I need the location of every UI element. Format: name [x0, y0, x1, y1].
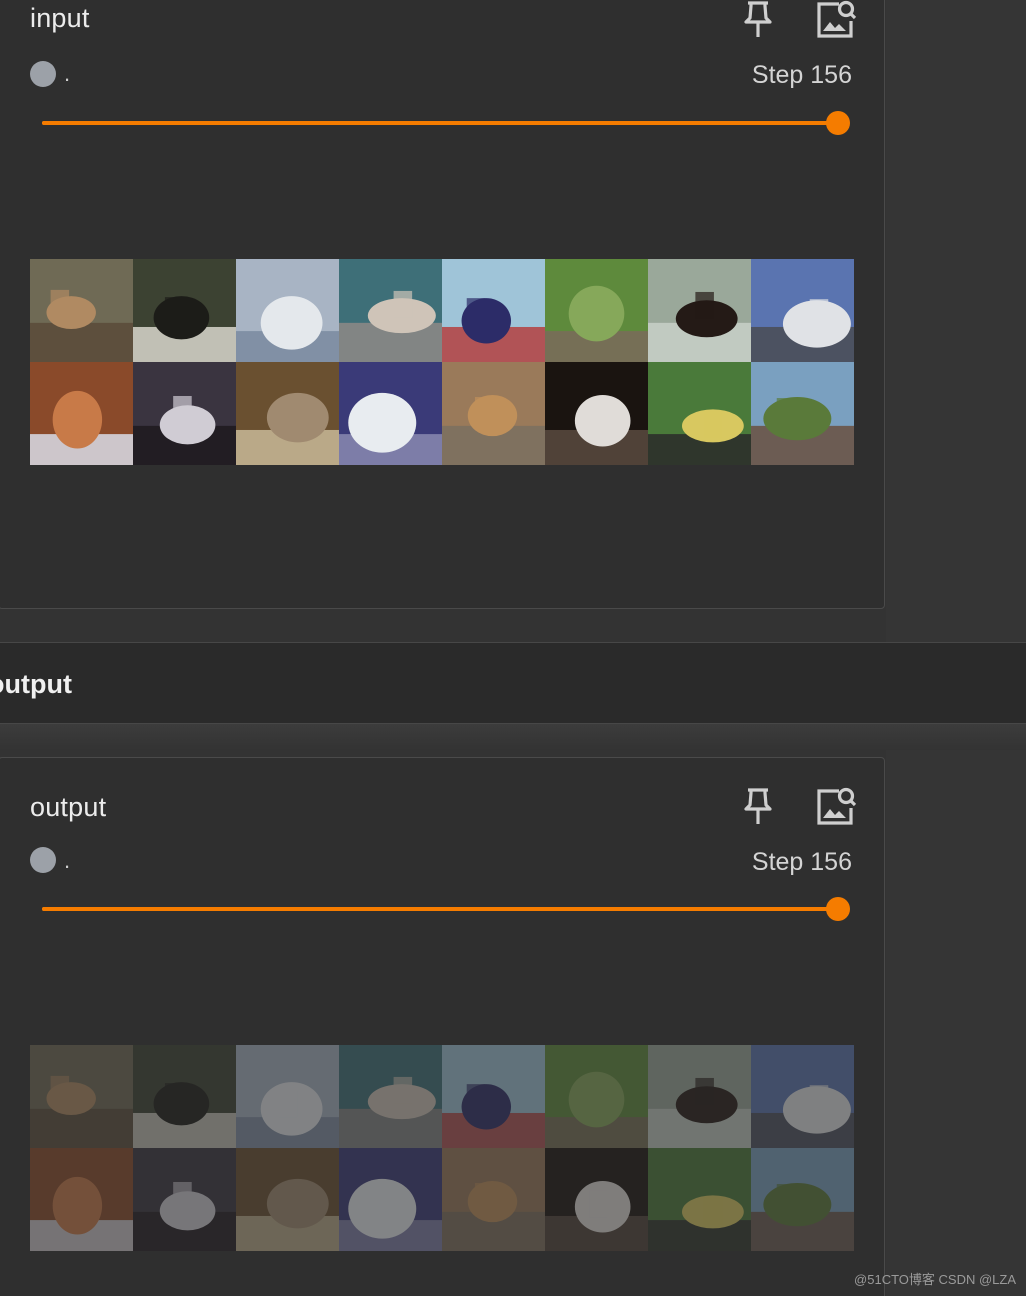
image-thumbnail-cat [30, 1148, 133, 1251]
image-thumbnail-car [648, 362, 751, 465]
image-thumbnail-cat [236, 1148, 339, 1251]
image-thumbnail-horse [648, 1045, 751, 1148]
image-thumbnail-horse [751, 1148, 854, 1251]
image-thumbnail-car [648, 1148, 751, 1251]
image-thumbnail-boat [236, 259, 339, 362]
image-thumbnail-dog [442, 1148, 545, 1251]
image-thumbnail-airplane [751, 259, 854, 362]
image-search-icon [817, 0, 857, 38]
section-header[interactable]: output [0, 642, 1026, 724]
image-thumbnail-dog [545, 1148, 648, 1251]
image-card-input: input . Step 156 [0, 0, 885, 609]
pin-button[interactable] [736, 784, 780, 828]
image-thumbnail-ship [442, 259, 545, 362]
image-thumbnail-dog [545, 362, 648, 465]
step-slider[interactable] [42, 111, 850, 135]
dashboard-root: input . Step 156 output [0, 0, 1026, 1296]
image-thumbnail-boat [339, 1148, 442, 1251]
image-thumbnail-ship [442, 1045, 545, 1148]
run-name: . [64, 848, 71, 873]
pin-icon [744, 788, 772, 824]
image-search-button[interactable] [814, 0, 858, 41]
image-thumbnail-boat [236, 1045, 339, 1148]
image-thumbnail-dog [133, 1045, 236, 1148]
image-thumbnail-horse [751, 362, 854, 465]
image-thumbnail-airplane [339, 259, 442, 362]
slider-thumb[interactable] [826, 111, 850, 135]
run-color-dot [30, 847, 56, 873]
image-thumbnail-dog [442, 362, 545, 465]
image-thumbnail-dog [133, 259, 236, 362]
image-thumbnail-deer [545, 259, 648, 362]
image-grid[interactable] [30, 1045, 854, 1251]
image-thumbnail-airplane [339, 1045, 442, 1148]
step-slider[interactable] [42, 897, 850, 921]
slider-thumb[interactable] [826, 897, 850, 921]
image-grid[interactable] [30, 259, 854, 465]
image-search-icon [817, 787, 857, 825]
image-thumbnail-airplane [751, 1045, 854, 1148]
step-label: Step 156 [751, 61, 852, 89]
image-thumbnail-dog [133, 1148, 236, 1251]
image-search-button[interactable] [814, 784, 858, 828]
image-thumbnail-cat [236, 362, 339, 465]
image-thumbnail-cat [30, 362, 133, 465]
card-title: input [30, 3, 90, 33]
card-title: output [30, 792, 107, 822]
image-thumbnail-horse-rider [30, 1045, 133, 1148]
image-thumbnail-deer [545, 1045, 648, 1148]
pin-icon [744, 1, 772, 37]
run-color-dot [30, 61, 56, 87]
step-label: Step 156 [751, 848, 852, 876]
watermark-text: @51CTO博客 CSDN @LZA [854, 1272, 1016, 1287]
section-divider [0, 724, 1026, 750]
image-thumbnail-dog [133, 362, 236, 465]
section-title: output [0, 669, 72, 699]
run-name: . [64, 61, 71, 86]
image-thumbnail-horse [648, 259, 751, 362]
image-thumbnail-boat [339, 362, 442, 465]
image-card-output: output . Step 156 [0, 757, 885, 1296]
pin-button[interactable] [736, 0, 780, 41]
slider-fill [42, 121, 838, 125]
image-thumbnail-horse-rider [30, 259, 133, 362]
slider-fill [42, 907, 838, 911]
